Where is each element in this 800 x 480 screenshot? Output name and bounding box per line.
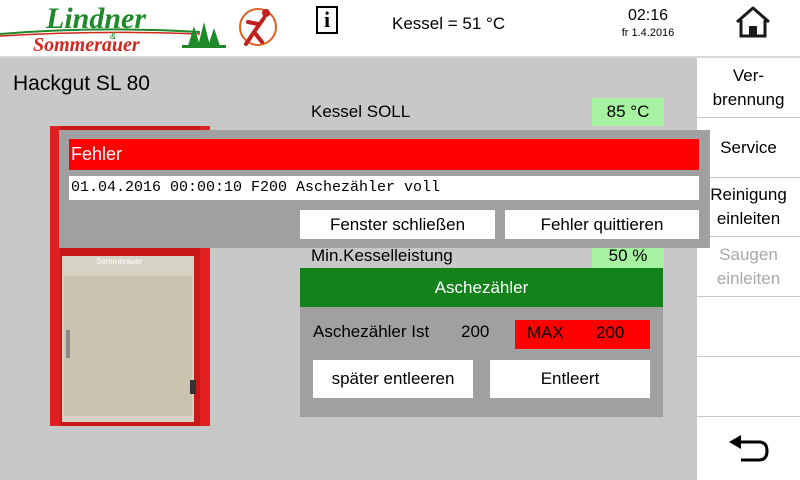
page-title: Hackgut SL 80 bbox=[13, 72, 150, 95]
clock-date: fr 1.4.2016 bbox=[621, 27, 675, 39]
sidebar-item-empty-2[interactable] bbox=[697, 357, 800, 417]
back-button[interactable] bbox=[697, 417, 800, 480]
logo-lindner: Lindner bbox=[46, 2, 147, 35]
aschezaehler-max-value: 200 bbox=[596, 323, 625, 342]
aschezaehler-panel: Aschezähler Aschezähler Ist 200 MAX 200 … bbox=[300, 268, 663, 417]
sidebar-item-service[interactable]: Service bbox=[697, 118, 800, 178]
header-bar: Lindner & Sommerauer i Kessel = 51 °C 02… bbox=[0, 0, 800, 58]
aschezaehler-ist-label: Aschezähler Ist bbox=[313, 322, 430, 341]
clock-time: 02:16 bbox=[627, 7, 669, 24]
home-icon[interactable] bbox=[733, 4, 773, 40]
later-empty-button[interactable]: später entleeren bbox=[313, 360, 473, 398]
sidebar-item-empty-1[interactable] bbox=[697, 297, 800, 357]
error-dialog-title: Fehler bbox=[69, 139, 699, 170]
kessel-temperature: Kessel = 51 °C bbox=[392, 14, 506, 33]
logo-sommerauer: Sommerauer bbox=[33, 34, 140, 56]
sidebar-item-saugen[interactable]: Saugen einleiten bbox=[697, 237, 800, 297]
brand-figure-icon bbox=[239, 8, 277, 46]
sidebar-item-reinigung[interactable]: Reinigung einleiten bbox=[697, 178, 800, 237]
aschezaehler-ist-value: 200 bbox=[461, 322, 490, 341]
acknowledge-error-button[interactable]: Fehler quittieren bbox=[505, 210, 699, 239]
aschezaehler-title: Aschezähler bbox=[300, 268, 663, 307]
kessel-soll-label: Kessel SOLL bbox=[311, 102, 411, 121]
boiler-brand-label: Sommerauer bbox=[96, 257, 143, 266]
close-window-button[interactable]: Fenster schließen bbox=[300, 210, 495, 239]
sidebar-item-verbrennung[interactable]: Ver- brennung bbox=[697, 58, 800, 118]
error-dialog: Fehler 01.04.2016 00:00:10 F200 Aschezäh… bbox=[59, 130, 710, 248]
kessel-soll-value[interactable]: 85 °C bbox=[592, 98, 664, 126]
back-arrow-icon bbox=[728, 434, 769, 461]
aschezaehler-max-box: MAX 200 bbox=[515, 320, 650, 349]
info-button[interactable]: i bbox=[316, 6, 338, 34]
aschezaehler-max-label: MAX bbox=[527, 323, 564, 342]
min-kesselleistung-label: Min.Kesselleistung bbox=[311, 246, 453, 265]
sidebar: Ver- brennung Service Reinigung einleite… bbox=[697, 58, 800, 480]
trees-icon bbox=[182, 22, 226, 48]
header-divider bbox=[0, 56, 800, 58]
emptied-button[interactable]: Entleert bbox=[490, 360, 650, 398]
error-message: 01.04.2016 00:00:10 F200 Aschezähler vol… bbox=[69, 176, 699, 200]
